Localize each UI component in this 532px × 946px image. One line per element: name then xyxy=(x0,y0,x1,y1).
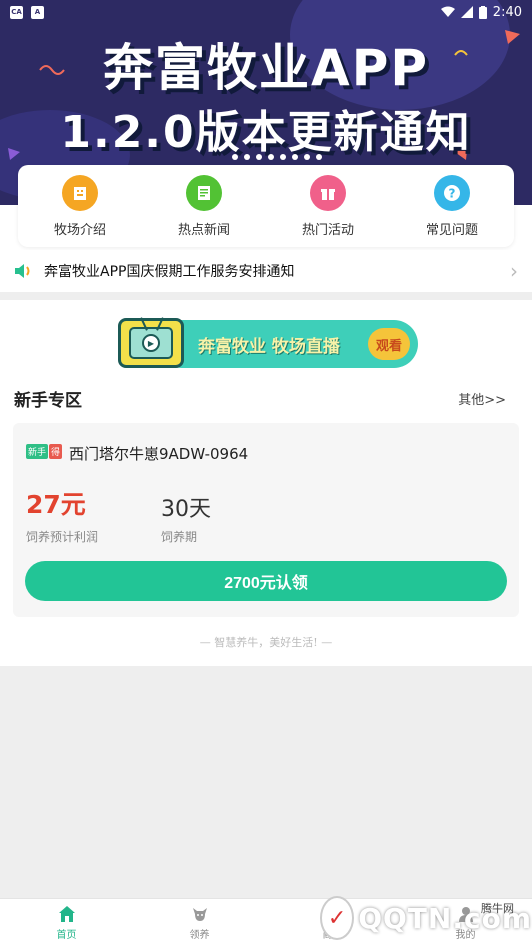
quick-menu-hot-activity[interactable]: 热门活动 xyxy=(273,174,383,238)
carousel-dot xyxy=(256,154,262,160)
product-name: 西门塔尔牛崽9ADW-0964 xyxy=(69,445,249,463)
speaker-icon xyxy=(15,264,30,278)
carousel-dot xyxy=(304,154,310,160)
home-icon xyxy=(58,905,75,922)
live-text: 奔富牧业 牧场直播 xyxy=(198,336,340,357)
quick-menu-label: 热点新闻 xyxy=(177,222,230,238)
newbie-tag: 新手 xyxy=(26,444,49,459)
tab-home[interactable]: 首页 xyxy=(0,899,133,946)
period-value: 30天 xyxy=(161,497,211,522)
watermark: ✓ QQTN.com 腾牛网 xyxy=(320,890,532,946)
product-card[interactable]: 新手 得 西门塔尔牛崽9ADW-0964 27元 饲养预计利润 30天 饲养期 … xyxy=(13,423,519,617)
quick-menu-label: 常见问题 xyxy=(425,222,478,238)
more-link[interactable]: 其他>> xyxy=(458,389,506,408)
live-pill: 奔富牧业 牧场直播 观看 xyxy=(158,320,418,368)
question-icon: ? xyxy=(434,174,470,211)
notification-icon: CA xyxy=(10,5,23,19)
watermark-small-text: 腾牛网 xyxy=(481,902,514,915)
main-content: 奔富牧业 牧场直播 观看 ▶ 新手专区 其他>> 新手 得 西门塔尔牛崽9ADW… xyxy=(0,300,532,666)
divider xyxy=(0,292,532,300)
battery-icon xyxy=(478,5,487,19)
play-icon: ▶ xyxy=(142,334,160,352)
banner-title-line2: 1.2.0版本更新通知 xyxy=(60,107,472,158)
quick-menu-farm-intro[interactable]: 牧场介绍 xyxy=(25,174,135,238)
watermark-logo-icon: ✓ xyxy=(320,896,355,940)
carousel-dot xyxy=(280,154,286,160)
watch-button[interactable]: 观看 xyxy=(368,328,410,360)
quick-menu-faq[interactable]: ? 常见问题 xyxy=(397,174,507,238)
product-tags: 新手 得 xyxy=(26,444,63,459)
status-time: 2:40 xyxy=(492,4,522,20)
tab-adopt[interactable]: 领养 xyxy=(133,899,266,946)
wifi-icon xyxy=(440,6,455,17)
product-tag: 得 xyxy=(49,444,63,459)
quick-menu-hot-news[interactable]: 热点新闻 xyxy=(149,174,259,238)
section-title: 新手专区 xyxy=(14,391,82,411)
tv-screen: ▶ xyxy=(129,327,173,359)
quick-menu-label: 牧场介绍 xyxy=(53,222,106,238)
profit-value: 27元 xyxy=(26,490,86,519)
svg-text:?: ? xyxy=(449,186,456,200)
carousel-indicator xyxy=(232,154,322,160)
building-icon xyxy=(62,174,98,211)
carousel-dot xyxy=(244,154,250,160)
news-icon xyxy=(186,174,222,211)
slogan: — 智慧养牛，美好生活! — xyxy=(199,636,333,649)
quick-menu: 牧场介绍 热点新闻 热门活动 ? 常见问题 xyxy=(18,165,514,247)
period-label: 饲养期 xyxy=(161,530,198,544)
notification-icon: A xyxy=(31,5,44,19)
chevron-right-icon: › xyxy=(510,259,518,283)
claim-button[interactable]: 2700元认领 xyxy=(25,561,507,601)
carousel-dot xyxy=(232,154,238,160)
tv-icon: ▶ xyxy=(118,317,184,368)
notice-bar[interactable]: 奔富牧业APP国庆假期工作服务安排通知 › xyxy=(0,250,532,292)
cow-icon xyxy=(192,907,207,921)
live-stream-banner[interactable]: 奔富牧业 牧场直播 观看 ▶ xyxy=(118,312,420,372)
signal-icon xyxy=(460,6,473,18)
tab-label: 领养 xyxy=(189,929,210,941)
carousel-dot xyxy=(292,154,298,160)
banner-title-line1: 奔富牧业APP xyxy=(103,39,429,97)
profit-label: 饲养预计利润 xyxy=(26,530,99,544)
gift-icon xyxy=(310,174,346,211)
newbie-section-header: 新手专区 其他>> xyxy=(14,386,518,411)
quick-menu-label: 热门活动 xyxy=(301,222,354,238)
carousel-dot xyxy=(268,154,274,160)
tab-label: 首页 xyxy=(56,929,77,941)
carousel-dot xyxy=(316,154,322,160)
status-bar: CA A 2:40 xyxy=(0,0,532,24)
notice-text: 奔富牧业APP国庆假期工作服务安排通知 xyxy=(44,264,295,280)
